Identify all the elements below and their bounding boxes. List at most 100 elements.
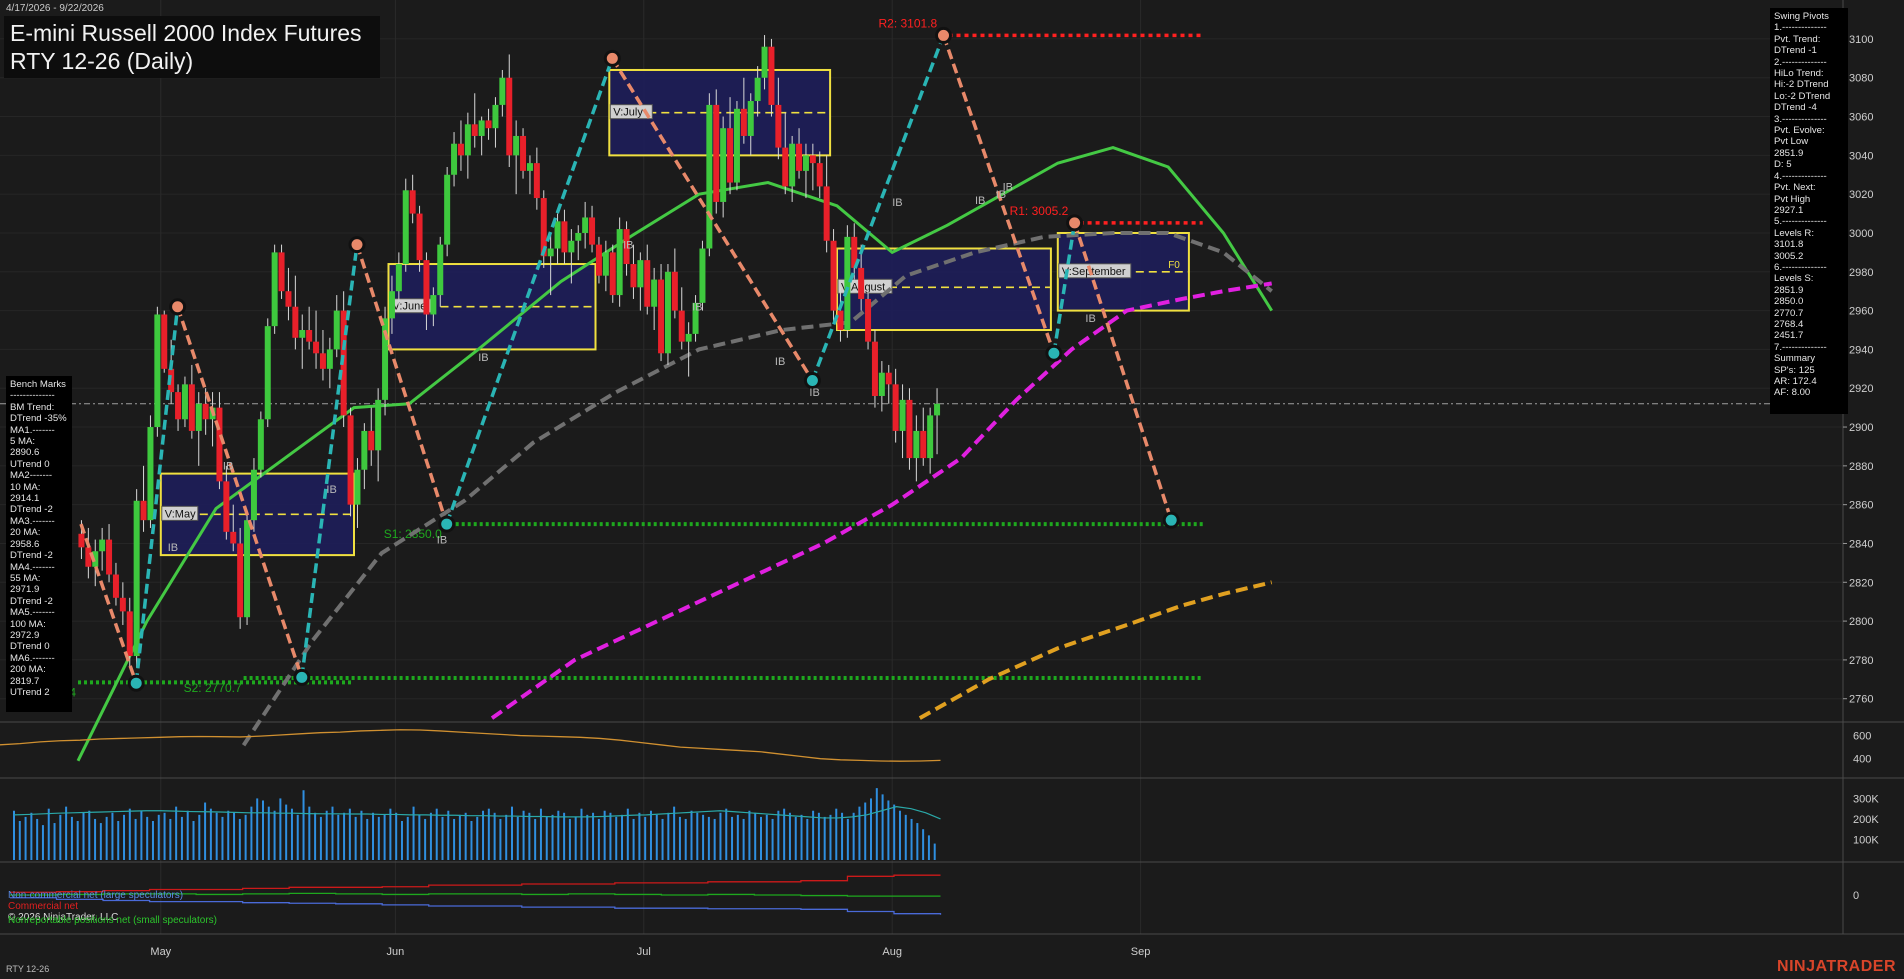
price-tick-label: 3000 [1849,228,1873,240]
swing-line: Lo:-2 DTrend [1774,90,1831,102]
bench-line: 100 MA: [10,618,46,630]
candle-body [388,291,395,319]
candle-body [733,108,740,183]
bench-line: DTrend 0 [10,641,50,653]
cot-tick-label: 0 [1853,890,1859,902]
candle-body [892,384,899,431]
price-tick-label: 2960 [1849,306,1873,318]
candle-body [664,271,671,354]
price-tick-label: 2860 [1849,500,1873,512]
price-tick-label: 3100 [1849,34,1873,46]
candle-body [202,403,209,420]
ib-label: IB [892,197,902,209]
candle-body [727,128,734,183]
swing-line: HiLo Trend: [1774,68,1824,80]
candle-body [471,124,478,136]
candle-body [278,252,285,292]
swing-line: 2770.7 [1774,307,1804,319]
candle-body [554,221,561,249]
ib-label: IB [168,542,178,554]
bench-line: 10 MA: [10,481,41,493]
swing-line: 3005.2 [1774,250,1804,262]
ib-label: IB [775,356,785,368]
swing-line: Pvt High [1774,193,1811,205]
moving-average-line [490,281,1273,720]
month-label: May [150,946,171,958]
candle-body [230,531,237,544]
candle-body [78,533,85,548]
candle-body [582,217,589,233]
candle-body [685,333,692,342]
chart-canvas: V:MayV:JuneV:JulyV:AugustV:SeptemberF0 R… [0,0,1904,958]
candle-body [175,392,182,420]
swing-pivot-marker [438,515,456,533]
month-label: Aug [882,946,902,958]
candle-body [761,46,768,78]
candle-body [154,314,161,428]
swing-pivot-marker [803,371,821,389]
candle-body [292,306,299,338]
candle-body [506,77,513,156]
candle-body [368,430,375,451]
month-label: Jul [637,946,651,958]
level-label: R1: 3005.2 [1010,204,1069,218]
bench-line: UTrend 2 [10,686,50,698]
candle-body [85,547,92,567]
candle-body [195,403,202,431]
swing-line: Summary [1774,353,1816,365]
swing-line: Levels S: [1774,273,1814,285]
bench-line: 2819.7 [10,675,40,687]
candle-body [568,240,575,253]
cot-legend-noncommercial: Non-commercial net (large speculators) [8,890,184,901]
candle-body [485,120,492,129]
candle-body [616,229,623,296]
swing-line: Pvt Low [1774,136,1809,148]
candle-body [223,481,230,532]
swing-line: 2768.4 [1774,318,1804,330]
bench-line: MA4.------- [10,561,55,573]
candle-body [464,124,471,156]
candle-body [451,143,458,175]
swing-line: AF: 8.00 [1774,387,1811,399]
swing-line: SP's: 125 [1774,364,1815,376]
candle-body [920,430,927,459]
candle-body [478,120,485,136]
candle-body [754,77,761,102]
bench-line: 2972.9 [10,629,40,641]
price-tick-label: 2760 [1849,694,1873,706]
swing-line: 2927.1 [1774,204,1804,216]
candle-body [140,500,147,521]
candle-body [658,279,665,354]
cot-legend-nonreportable: Nonreportable positions net (small specu… [8,915,217,926]
candle-body [602,252,609,276]
candle-body [216,407,223,482]
candle-body [837,310,844,331]
value-area-label: V:June [393,301,427,313]
candle-body [782,147,789,187]
oscillator-line [0,729,941,762]
candle-body [112,574,119,598]
cot-legend-commercial: Commercial net [8,901,79,912]
candle-body [333,310,340,350]
price-tick-label: 2820 [1849,577,1873,589]
ninjatrader-logo: NINJATRADER [1777,958,1896,975]
swing-pivot-marker [603,49,621,67]
candle-body [513,135,520,156]
candle-body [699,248,706,303]
swing-pivot-marker [127,674,145,692]
candle-body [816,163,823,187]
swing-line: Levels R: [1774,227,1814,239]
candle-body [181,384,188,420]
candle-body [706,104,713,249]
oscillator-tick-label: 400 [1853,754,1871,766]
chart-subtitle: RTY 12-26 (Daily) [10,48,194,74]
ib-label: IB [809,387,819,399]
swing-line: 2451.7 [1774,330,1804,342]
candle-body [347,415,354,505]
price-tick-label: 2900 [1849,422,1873,434]
candle-body [899,399,906,431]
candle-body [188,384,195,431]
time-axis: May Jun Jul Aug Sep [150,946,1150,958]
swing-pivot-marker [293,668,311,686]
candle-body [934,403,941,416]
